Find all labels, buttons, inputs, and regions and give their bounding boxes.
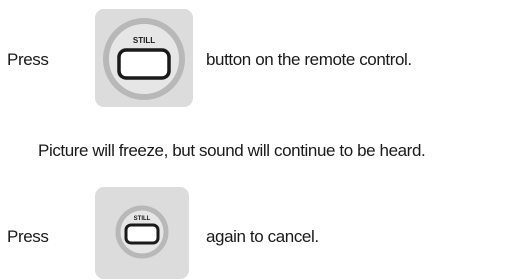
step2-instruction: again to cancel.: [206, 227, 319, 246]
step1-press-label: Press: [7, 50, 49, 69]
still-button-icon: STILL: [103, 18, 185, 100]
freeze-note: Picture will freeze, but sound will cont…: [38, 141, 426, 160]
still-button-icon: STILL: [115, 205, 169, 259]
still-button-illustration: STILL: [95, 9, 193, 107]
still-button-label: STILL: [133, 36, 155, 45]
step1-instruction: button on the remote control.: [206, 50, 412, 69]
still-button-label-small: STILL: [134, 216, 151, 222]
still-button-illustration-small: STILL: [95, 187, 189, 279]
step2-press-label: Press: [7, 227, 49, 246]
